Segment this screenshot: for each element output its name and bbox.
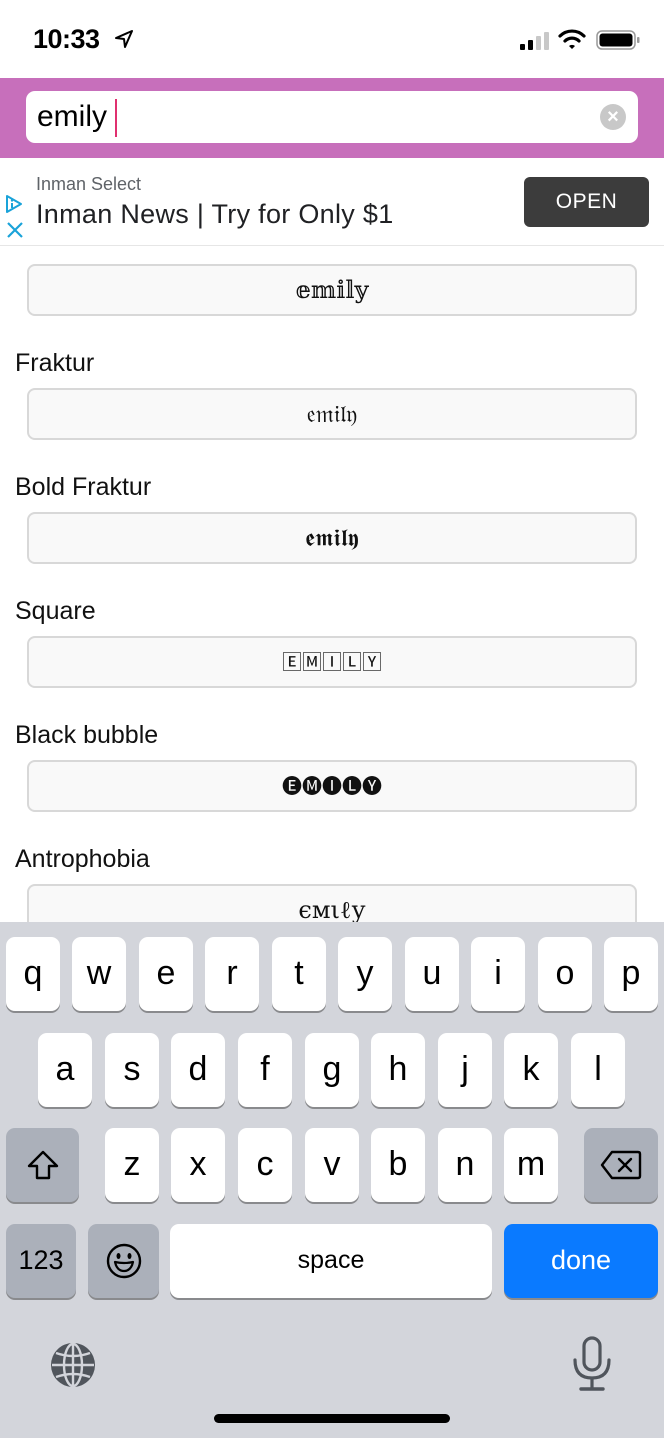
style-label: Bold Fraktur [15,473,152,501]
backspace-icon [600,1150,642,1180]
key-o[interactable]: o [538,937,592,1011]
style-label: Black bubble [15,721,159,749]
cellular-signal-icon [520,32,549,50]
key-q[interactable]: q [6,937,60,1011]
key-y[interactable]: y [338,937,392,1011]
style-preview-bold-fraktur[interactable]: 𝖊𝖒𝖎𝖑𝖞 [27,512,637,564]
microphone-icon[interactable] [570,1336,614,1392]
key-l[interactable]: l [571,1033,625,1107]
text-caret [115,99,117,137]
key-m[interactable]: m [504,1128,558,1202]
key-r[interactable]: r [205,937,259,1011]
clear-circle-icon[interactable]: × [600,104,626,130]
key-j[interactable]: j [438,1033,492,1107]
key-e[interactable]: e [139,937,193,1011]
shift-key[interactable] [6,1128,79,1202]
battery-icon [596,30,640,50]
key-k[interactable]: k [504,1033,558,1107]
key-n[interactable]: n [438,1128,492,1202]
done-key[interactable]: done [504,1224,658,1298]
delete-key[interactable] [584,1128,658,1202]
key-s[interactable]: s [105,1033,159,1107]
style-preview-antrophobia[interactable]: ϵмιℓу [27,884,637,922]
style-preview-fraktur[interactable]: 𝔢𝔪𝔦𝔩𝔶 [27,388,637,440]
ad-banner[interactable]: Inman Select Inman News | Try for Only $… [0,158,664,246]
wifi-icon [558,29,586,49]
ad-headline[interactable]: Inman News | Try for Only $1 [36,199,394,230]
key-v[interactable]: v [305,1128,359,1202]
adchoices-icon[interactable] [4,194,24,214]
emoji-icon [106,1243,141,1279]
search-box[interactable]: × [26,91,638,143]
style-label: Antrophobia [15,845,150,873]
status-time: 10:33 [33,24,100,54]
font-styles-list[interactable]: 𝕖𝕞𝕚𝕝𝕪 Fraktur 𝔢𝔪𝔦𝔩𝔶 Bold Fraktur 𝖊𝖒𝖎𝖑𝖞 S… [0,246,664,922]
shift-icon [27,1150,58,1180]
key-x[interactable]: x [171,1128,225,1202]
key-t[interactable]: t [272,937,326,1011]
close-icon[interactable] [5,220,25,240]
key-h[interactable]: h [371,1033,425,1107]
globe-icon[interactable] [48,1340,98,1390]
location-arrow-icon [115,30,133,48]
keyboard: q w e r t y u i o p a s d f g h j k l z … [0,922,664,1438]
space-key[interactable]: space [170,1224,492,1298]
key-w[interactable]: w [72,937,126,1011]
search-header: × [0,78,664,158]
style-preview-double-struck[interactable]: 𝕖𝕞𝕚𝕝𝕪 [27,264,637,316]
style-label: Fraktur [15,349,95,377]
key-a[interactable]: a [38,1033,92,1107]
style-label: Square [15,597,96,625]
style-preview-square[interactable]: 🄴🄼🄸🄻🅈 [27,636,637,688]
ad-sponsor: Inman Select [36,174,142,194]
home-indicator [214,1414,450,1423]
key-d[interactable]: d [171,1033,225,1107]
search-input[interactable] [37,91,577,143]
key-u[interactable]: u [405,937,459,1011]
key-c[interactable]: c [238,1128,292,1202]
style-preview-black-bubble[interactable]: 🅔🅜🅘🅛🅨 [27,760,637,812]
key-i[interactable]: i [471,937,525,1011]
key-p[interactable]: p [604,937,658,1011]
emoji-key[interactable] [88,1224,159,1298]
ad-open-button[interactable]: OPEN [524,177,649,227]
key-g[interactable]: g [305,1033,359,1107]
status-bar: 10:33 [0,0,664,78]
numbers-key[interactable]: 123 [6,1224,76,1298]
key-z[interactable]: z [105,1128,159,1202]
key-b[interactable]: b [371,1128,425,1202]
key-f[interactable]: f [238,1033,292,1107]
